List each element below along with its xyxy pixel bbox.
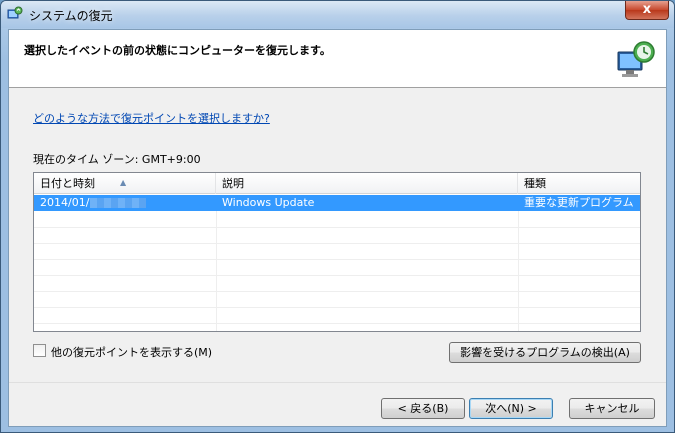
column-header-type[interactable]: 種類 [518,173,640,194]
grid-line [34,243,640,244]
window-title: システムの復元 [29,9,113,23]
column-header-date[interactable]: ▲ 日付と時刻 [34,173,216,194]
title-bar[interactable]: システムの復元 x [1,1,674,28]
wizard-heading: 選択したイベントの前の状態にコンピューターを復元します。 [24,44,331,57]
row-date-text: 2014/01/ [40,196,90,209]
scan-affected-programs-button[interactable]: 影響を受けるプログラムの検出(A) [449,342,641,363]
footer-divider [9,382,666,383]
column-divider [518,211,519,331]
system-restore-window: システムの復元 x 選択したイベントの前の状態にコンピューターを復元します。 ど… [0,0,675,433]
row-date: 2014/01/ [34,195,216,211]
close-icon: x [642,2,652,17]
dialog-client: 選択したイベントの前の状態にコンピューターを復元します。 どのような方法で復元ポ… [8,29,667,427]
grid-line [34,227,640,228]
column-header-label: 説明 [222,177,244,190]
table-row[interactable]: 2014/01/ Windows Update 重要な更新プログラム [34,195,640,211]
row-type: 重要な更新プログラム [524,196,634,209]
wizard-header: 選択したイベントの前の状態にコンピューターを復元します。 [9,30,666,88]
show-more-checkbox[interactable] [33,344,46,357]
grid-line [34,323,640,324]
grid-line [34,259,640,260]
redacted-time [90,198,147,208]
grid-line [34,307,640,308]
show-more-checkbox-label[interactable]: 他の復元ポイントを表示する(M) [51,344,212,360]
column-divider [216,211,217,331]
sort-arrow-icon: ▲ [120,178,127,187]
grid-line [34,275,640,276]
grid-line [34,291,640,292]
restore-points-list[interactable]: ▲ 日付と時刻 説明 種類 2014/01/ Windows Update 重要… [33,172,641,332]
timezone-label: 現在のタイム ゾーン: GMT+9:00 [33,153,201,166]
system-restore-icon [7,6,23,19]
back-button[interactable]: < 戻る(B) [381,398,465,419]
close-button[interactable]: x [625,1,669,20]
system-restore-icon [617,41,655,77]
next-button[interactable]: 次へ(N) > [469,398,553,419]
list-header: ▲ 日付と時刻 説明 種類 [34,173,640,194]
help-link[interactable]: どのような方法で復元ポイントを選択しますか? [33,110,270,126]
column-header-label: 種類 [524,177,546,190]
cancel-button[interactable]: キャンセル [569,398,655,419]
row-description: Windows Update [222,196,315,209]
column-header-label: 日付と時刻 [40,177,95,190]
column-header-description[interactable]: 説明 [216,173,518,194]
